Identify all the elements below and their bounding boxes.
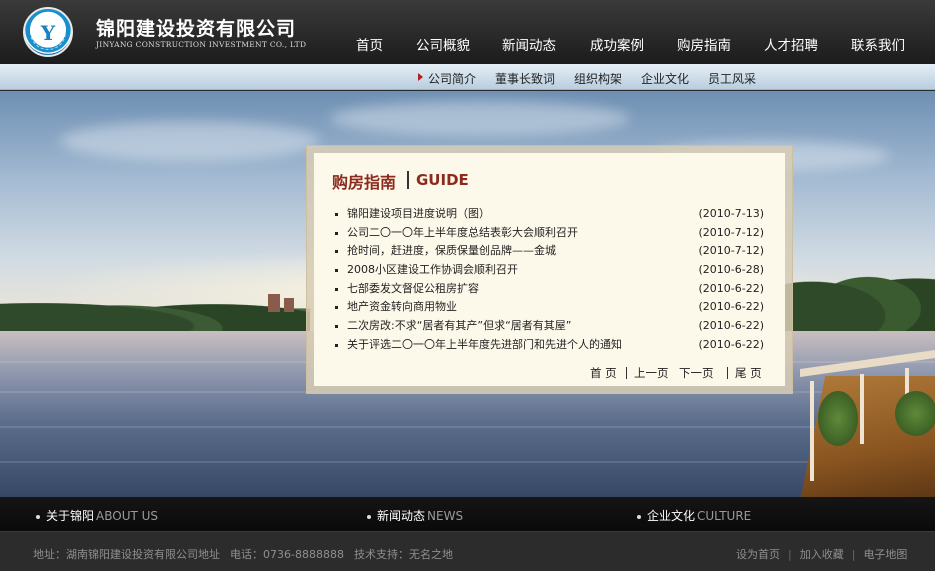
- pager-next[interactable]: 下一页: [679, 365, 714, 381]
- nav-item-company-overview[interactable]: 公司概貌: [416, 34, 470, 54]
- link-label-en: NEWS: [427, 509, 464, 523]
- bullet-icon: [335, 325, 338, 329]
- pager-divider: [727, 367, 728, 379]
- subnav-item-culture[interactable]: 企业文化: [641, 70, 689, 87]
- footer-info: 地址：湖南锦阳建设投资有限公司地址 电话：0736-8888888 技术支持：无名之…: [33, 546, 463, 562]
- panel-title-en: GUIDE: [416, 171, 469, 189]
- pager-prev[interactable]: 上一页: [634, 365, 669, 381]
- company-name: 锦阳建设投资有限公司: [96, 18, 297, 40]
- pager-last[interactable]: 尾 页: [735, 365, 762, 381]
- news-title[interactable]: 抢时间，赶进度，保质保量创品牌——金城: [347, 242, 556, 261]
- link-divider: |: [788, 548, 792, 561]
- nav-item-careers[interactable]: 人才招聘: [764, 34, 818, 54]
- news-title[interactable]: 公司二〇一〇年上半年度总结表彰大会顺利召开: [347, 224, 578, 243]
- news-date: (2010-6-28): [698, 263, 764, 277]
- news-list: 锦阳建设项目进度说明（图） (2010-7-13) 公司二〇一〇年上半年度总结表彰…: [332, 205, 764, 355]
- news-title[interactable]: 七部委发文督促公租房扩容: [347, 280, 479, 299]
- bullet-icon: [36, 514, 40, 519]
- subnav-item-profile[interactable]: 公司简介: [428, 70, 476, 87]
- building: [284, 298, 294, 312]
- company-logo-icon[interactable]: Y: [23, 7, 73, 57]
- link-about-us[interactable]: 关于锦阳 ABOUT US: [36, 507, 158, 524]
- news-item[interactable]: 抢时间，赶进度，保质保量创品牌——金城 (2010-7-12): [332, 242, 764, 261]
- cloud: [60, 121, 320, 161]
- title-divider: [407, 171, 409, 189]
- news-date: (2010-6-22): [698, 319, 764, 333]
- footer-phone: 电话：0736-8888888: [230, 548, 344, 561]
- pager-divider: [626, 367, 627, 379]
- nav-item-purchase-guide[interactable]: 购房指南: [677, 34, 731, 54]
- news-date: (2010-6-22): [698, 281, 764, 295]
- news-date: (2010-7-12): [698, 225, 764, 239]
- nav-item-home[interactable]: 首页: [356, 34, 383, 54]
- news-date: (2010-7-13): [698, 207, 764, 220]
- subnav-item-chairman-speech[interactable]: 董事长致词: [495, 70, 555, 87]
- site-footer: 地址：湖南锦阳建设投资有限公司地址 电话：0736-8888888 技术支持：无名之…: [0, 531, 935, 571]
- link-culture[interactable]: 企业文化 CULTURE: [637, 507, 751, 524]
- news-title[interactable]: 关于评选二〇一〇年上半年度先进部门和先进个人的通知: [347, 336, 622, 355]
- footer-links: 设为首页 | 加入收藏 | 电子地图: [736, 546, 907, 562]
- cloud: [330, 101, 630, 136]
- guide-panel: 购房指南 GUIDE 锦阳建设项目进度说明（图） (2010-7-13) 公司二〇…: [314, 153, 785, 386]
- news-date: (2010-6-22): [698, 300, 764, 314]
- news-item[interactable]: 2008小区建设工作协调会顺利召开 (2010-6-28): [332, 261, 764, 280]
- news-item[interactable]: 七部委发文督促公租房扩容 (2010-6-22): [332, 280, 764, 299]
- nav-item-news[interactable]: 新闻动态: [502, 34, 556, 54]
- bullet-icon: [335, 343, 338, 347]
- map-link[interactable]: 电子地图: [863, 548, 907, 561]
- site-header: Y 锦阳建设投资有限公司 JINYANG CONSTRUCTION INVEST…: [0, 0, 935, 64]
- link-label-en: ABOUT US: [96, 509, 159, 523]
- news-date: (2010-6-22): [698, 337, 764, 351]
- bottom-link-bar: 关于锦阳 ABOUT US 新闻动态 NEWS 企业文化 CULTURE: [0, 497, 935, 531]
- panel-title: 购房指南: [332, 173, 397, 192]
- pager-first[interactable]: 首 页: [590, 365, 617, 381]
- link-label-en: CULTURE: [697, 509, 752, 523]
- news-title[interactable]: 二次房改:不求“居者有其产”但求“居者有其屋”: [347, 317, 572, 336]
- bullet-icon: [335, 231, 338, 235]
- subnav-item-staff[interactable]: 员工风采: [708, 70, 756, 87]
- news-title[interactable]: 地产资金转向商用物业: [347, 298, 457, 317]
- ripple: [0, 461, 935, 463]
- link-label-cn: 企业文化: [647, 509, 696, 523]
- nav-item-contact[interactable]: 联系我们: [851, 34, 905, 54]
- bullet-icon: [335, 287, 338, 291]
- potted-plant: [895, 391, 935, 436]
- bullet-icon: [335, 250, 338, 254]
- railing-post: [810, 381, 814, 481]
- news-date: (2010-7-12): [698, 244, 764, 258]
- link-label-cn: 关于锦阳: [46, 509, 95, 523]
- news-item[interactable]: 关于评选二〇一〇年上半年度先进部门和先进个人的通知 (2010-6-22): [332, 336, 764, 355]
- bullet-icon: [637, 514, 641, 519]
- link-news[interactable]: 新闻动态 NEWS: [367, 507, 463, 524]
- bullet-icon: [335, 306, 338, 310]
- logo-letter: Y: [40, 21, 56, 45]
- set-homepage-link[interactable]: 设为首页: [736, 548, 780, 561]
- bullet-icon: [335, 269, 338, 273]
- potted-plant: [818, 391, 858, 446]
- left-shore-trees: [0, 286, 310, 336]
- link-divider: |: [851, 548, 856, 561]
- active-arrow-icon: [418, 73, 423, 81]
- railing-post: [860, 374, 864, 444]
- add-favorite-link[interactable]: 加入收藏: [800, 548, 844, 561]
- pagination: 首 页 上一页 下一页 尾 页: [590, 365, 765, 381]
- right-shore-trees: [780, 256, 935, 331]
- footer-support: 技术支持：无名之地: [353, 548, 453, 561]
- link-label-cn: 新闻动态: [377, 509, 426, 523]
- ripple: [0, 426, 935, 428]
- building: [268, 294, 280, 312]
- news-item[interactable]: 二次房改:不求“居者有其产”但求“居者有其屋” (2010-6-22): [332, 317, 764, 336]
- sub-nav: 公司简介 董事长致词 组织构架 企业文化 员工风采: [0, 64, 935, 90]
- news-title[interactable]: 锦阳建设项目进度说明（图）: [347, 205, 490, 224]
- news-item[interactable]: 地产资金转向商用物业 (2010-6-22): [332, 298, 764, 317]
- bullet-icon: [367, 514, 371, 519]
- company-name-en: JINYANG CONSTRUCTION INVESTMENT CO., LTD: [96, 40, 307, 49]
- news-item[interactable]: 公司二〇一〇年上半年度总结表彰大会顺利召开 (2010-7-12): [332, 224, 764, 243]
- bullet-icon: [335, 213, 338, 216]
- news-title[interactable]: 2008小区建设工作协调会顺利召开: [347, 261, 518, 280]
- nav-item-cases[interactable]: 成功案例: [590, 34, 644, 54]
- news-item[interactable]: 锦阳建设项目进度说明（图） (2010-7-13): [332, 205, 764, 224]
- footer-address: 地址：湖南锦阳建设投资有限公司地址: [33, 548, 220, 561]
- subnav-item-organization[interactable]: 组织构架: [574, 70, 622, 87]
